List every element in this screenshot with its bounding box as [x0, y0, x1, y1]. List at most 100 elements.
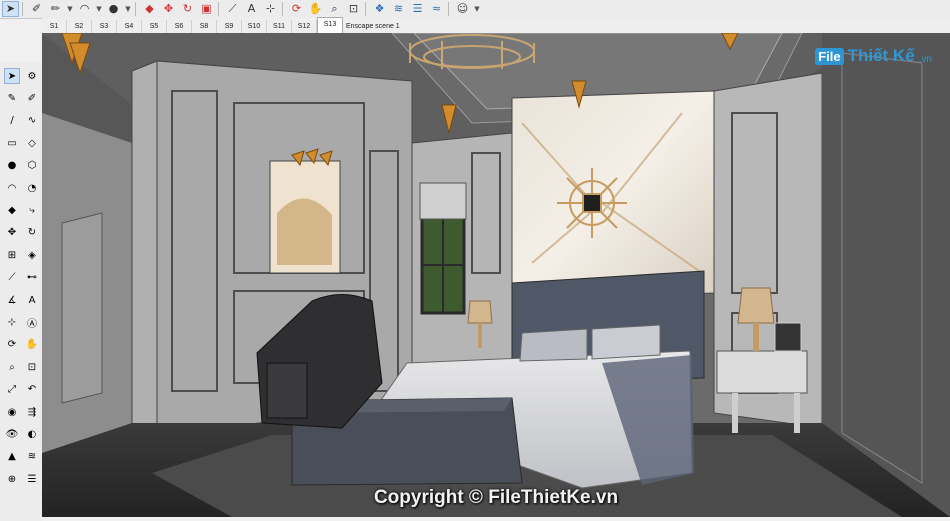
scale-icon[interactable]: ▣	[198, 1, 215, 17]
scene-tab-s1[interactable]: S1	[42, 20, 67, 33]
zoom-window-icon[interactable]: ⊡	[24, 359, 40, 375]
pushpull-icon[interactable]: ◆	[141, 1, 158, 17]
eraser-icon[interactable]: ✐	[24, 90, 40, 106]
offset-icon[interactable]: ◈	[24, 247, 40, 263]
position-camera-icon[interactable]: ◉	[4, 404, 20, 420]
pie-icon[interactable]: ◔	[24, 180, 40, 196]
polygon-icon[interactable]: ⬡	[24, 158, 40, 174]
sandbox-icon[interactable]: ▲	[4, 449, 20, 465]
axes-icon[interactable]: ⊹	[262, 1, 279, 17]
scene-tab-s8[interactable]: S8	[192, 20, 217, 33]
main-toolbar: ➤ ✐ ✏ ▼ ◠ ▼ ● ▼ ◆ ✥ ↻ ▣ ⟋ A ⊹ ⟳ ✋ ⌕ ⊡ ❖ …	[0, 0, 950, 19]
pencil-icon[interactable]: ✏	[47, 1, 64, 17]
move-icon[interactable]: ✥	[4, 225, 20, 241]
previous-icon[interactable]: ↶	[24, 382, 40, 398]
toolbar-separator	[135, 2, 136, 16]
scene-tab-s3[interactable]: S3	[92, 20, 117, 33]
layers-icon[interactable]: ☰	[409, 1, 426, 17]
look-around-icon[interactable]: 👁	[4, 426, 20, 442]
styles-icon[interactable]: ≋	[24, 449, 40, 465]
window-blind	[419, 182, 467, 220]
scale-icon[interactable]: ⊞	[4, 247, 20, 263]
select-icon[interactable]: ➤	[2, 1, 19, 17]
circle-icon[interactable]: ●	[4, 158, 20, 174]
component-icon[interactable]: ⚙	[24, 68, 40, 84]
scene-title: Enscape scene 1	[346, 23, 400, 30]
pan-icon[interactable]: ✋	[24, 337, 40, 353]
pillar-side	[131, 60, 158, 444]
scene-tab-s2[interactable]: S2	[67, 20, 92, 33]
pillow	[519, 328, 588, 362]
scene-tab-s12[interactable]: S12	[292, 20, 317, 33]
zoom-extents-icon[interactable]: ⤢	[4, 382, 20, 398]
followme-icon[interactable]: ⤷	[24, 202, 40, 218]
orbit-icon[interactable]: ⟳	[288, 1, 305, 17]
toolbar-separator	[365, 2, 366, 16]
freehand-icon[interactable]: ∿	[24, 113, 40, 129]
rotated-rect-icon[interactable]: ◇	[24, 135, 40, 151]
painting-art	[277, 198, 332, 265]
solid-tools-icon[interactable]: ⊕	[4, 471, 20, 487]
tape-icon[interactable]: ⟋	[4, 270, 20, 286]
toolbar-separator	[218, 2, 219, 16]
toolbar-separator	[282, 2, 283, 16]
logo-domain: .vn	[918, 53, 932, 65]
scene-tabs: S1 S2 S3 S4 S5 S6 S8 S9 S10 S11 S12 S13 Enscape scen…	[42, 17, 950, 33]
toolbar-separator	[22, 2, 23, 16]
scene-render	[42, 33, 950, 517]
site-logo: File Thiết Kế .vn	[815, 46, 932, 66]
scene-tab-s6[interactable]: S6	[167, 20, 192, 33]
photo-frame	[774, 322, 802, 352]
arc-icon[interactable]: ◠	[4, 180, 20, 196]
dropdown-arrow-icon[interactable]: ▼	[473, 1, 481, 17]
paint-icon[interactable]: ✎	[4, 90, 20, 106]
dropdown-arrow-icon[interactable]: ▼	[95, 1, 103, 17]
dimension-icon[interactable]: ⊷	[24, 270, 40, 286]
line-icon[interactable]: /	[4, 113, 20, 129]
text-icon[interactable]: A	[24, 292, 40, 308]
rotate-icon[interactable]: ↻	[24, 225, 40, 241]
orbit-icon[interactable]: ⟳	[4, 337, 20, 353]
shape-icon[interactable]: ●	[105, 1, 122, 17]
protractor-icon[interactable]: ∡	[4, 292, 20, 308]
3d-viewport[interactable]: File Thiết Kế .vn Copyright © FileThietK…	[42, 33, 950, 517]
scene-tab-s4[interactable]: S4	[117, 20, 142, 33]
pan-icon[interactable]: ✋	[307, 1, 324, 17]
pushpull-icon[interactable]: ◆	[4, 202, 20, 218]
dropdown-arrow-icon[interactable]: ▼	[124, 1, 132, 17]
account-icon[interactable]: ☺	[454, 1, 471, 17]
scene-tab-s9[interactable]: S9	[217, 20, 242, 33]
logo-badge: File	[815, 47, 844, 65]
toolbar-separator	[448, 2, 449, 16]
scene-tab-s11[interactable]: S11	[267, 20, 292, 33]
section-icon[interactable]: ◐	[24, 426, 40, 442]
rectangle-icon[interactable]: ▭	[4, 135, 20, 151]
zoom-icon[interactable]: ⌕	[326, 1, 343, 17]
sunburst-mirror	[557, 168, 627, 238]
left-toolbar: ➤ ⚙ ✎ ✐ / ∿ ▭ ◇ ● ⬡ ◠ ◔ ◆ ⤷ ✥ ↻ ⊞ ◈ ⟋ ⊷ ∡ A ⊹ Ⓐ ⟳ ✋ ⌕ ⊡ ⤢ ↶ ◉ ⇶ 👁 ◐ ▲ ≋ ⊕ ☰	[0, 62, 42, 521]
extension-icon[interactable]: ≈	[428, 1, 445, 17]
text-icon[interactable]: A	[243, 1, 260, 17]
tape-measure-icon[interactable]: ⟋	[224, 1, 241, 17]
walk-icon[interactable]: ⇶	[24, 404, 40, 420]
select-icon[interactable]: ➤	[4, 68, 20, 84]
styles-icon[interactable]: ≋	[390, 1, 407, 17]
copyright-watermark: Copyright © FileThietKe.vn	[373, 487, 619, 508]
eraser-icon[interactable]: ✐	[28, 1, 45, 17]
3dtext-icon[interactable]: Ⓐ	[24, 314, 40, 330]
zoom-extents-icon[interactable]: ⊡	[345, 1, 362, 17]
zoom-icon[interactable]: ⌕	[4, 359, 20, 375]
scene-tab-s13[interactable]: S13	[317, 17, 343, 33]
components-icon[interactable]: ❖	[371, 1, 388, 17]
move-icon[interactable]: ✥	[160, 1, 177, 17]
pillow	[591, 324, 661, 360]
outliner-icon[interactable]: ☰	[24, 471, 40, 487]
scene-tab-s5[interactable]: S5	[142, 20, 167, 33]
scene-tab-s10[interactable]: S10	[242, 20, 267, 33]
arc-icon[interactable]: ◠	[76, 1, 93, 17]
rotate-icon[interactable]: ↻	[179, 1, 196, 17]
logo-name: Thiết Kế	[847, 46, 915, 65]
left-door	[61, 212, 103, 404]
dropdown-arrow-icon[interactable]: ▼	[66, 1, 74, 17]
axes-icon[interactable]: ⊹	[4, 314, 20, 330]
